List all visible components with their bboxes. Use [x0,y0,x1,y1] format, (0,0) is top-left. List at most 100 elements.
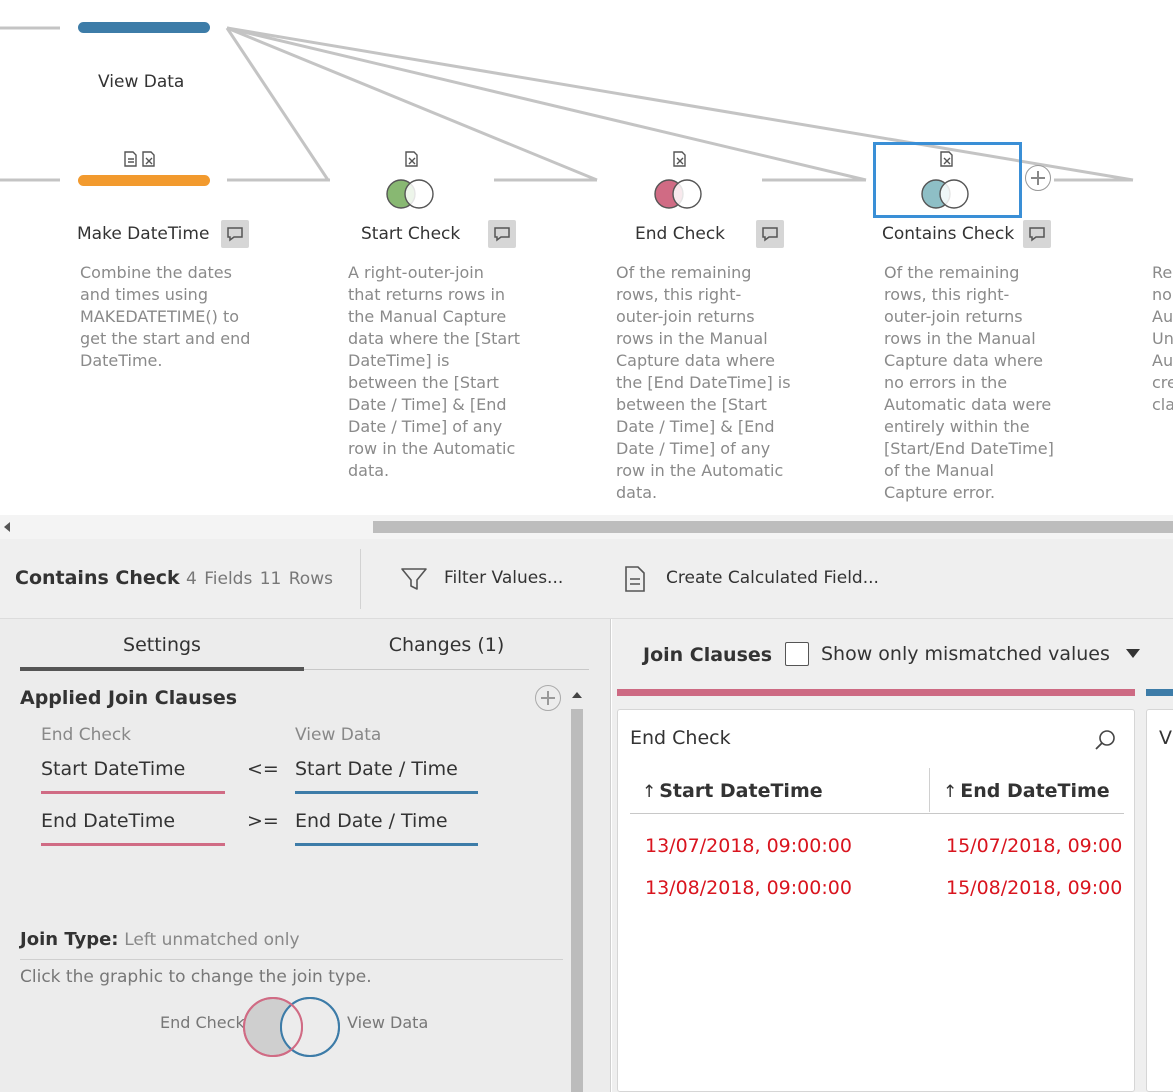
clause-2-left-underline [41,843,225,846]
contains-check-description: Of the remaining rows, this right- outer… [884,262,1069,504]
tab-changes[interactable]: Changes (1) [304,634,589,656]
view-data-label: View Data [98,72,185,92]
make-datetime-comment-button[interactable] [221,220,249,248]
desc-line: row in the Automatic [348,439,516,458]
make-datetime-label: Make DateTime [77,224,210,244]
start-check-label: Start Check [361,224,461,244]
comment-icon [227,227,243,242]
desc-line: rows in the Manual [616,329,768,348]
flow-canvas[interactable]: View Data Make DateTime Combine the date… [0,0,1173,515]
desc-line: that returns rows in [348,285,506,304]
contains-check-join-node[interactable] [921,177,973,211]
desc-line: Combine the dates [80,263,232,282]
column-header-start-datetime[interactable]: ↑ Start DateTime [642,780,823,802]
desc-line: entirely within the [884,417,1030,436]
mismatched-only-checkbox[interactable] [785,642,809,666]
desc-line: rows in the Manual [884,329,1036,348]
table-cell[interactable]: 15/07/2018, 09:00:00 [946,835,1124,857]
scroll-up-arrow[interactable] [572,692,582,698]
desc-line: data. [616,483,658,502]
desc-line: Date / Time] & [End [616,417,775,436]
chevron-down-icon[interactable] [1126,649,1140,658]
card-title: V [1159,727,1172,749]
field-row-counts: 4 Fields 11 Rows [186,569,333,589]
end-check-join-node[interactable] [654,177,706,211]
start-check-icons [403,150,421,172]
flow-horizontal-scrollbar[interactable] [0,515,1173,539]
left-input-color-band [617,689,1135,696]
view-data-card: V [1146,709,1173,1092]
add-join-clause-button[interactable] [535,685,561,711]
desc-line: get the start and end [80,329,251,348]
desc-line: between the [Start [348,373,499,392]
settings-scroll-thumb[interactable] [571,709,583,1092]
join-type-venn[interactable] [241,995,343,1059]
calc-field-icon [122,150,140,172]
desc-line: [Start/End DateTime] [884,439,1054,458]
applied-join-clauses-title: Applied Join Clauses [20,687,238,709]
start-check-comment-button[interactable] [488,220,516,248]
active-tab-indicator [20,667,304,671]
desc-line: Of the remaining [616,263,752,282]
clause-2-right-field[interactable]: End Date / Time [295,810,448,832]
tab-settings[interactable]: Settings [20,634,304,656]
remove-field-icon [938,150,956,172]
desc-line: rows, this right- [884,285,1010,304]
create-calculated-field-label: Create Calculated Field... [666,568,879,588]
end-check-comment-button[interactable] [756,220,784,248]
remove-field-icon [140,150,158,172]
comment-icon [762,227,778,242]
add-step-button[interactable] [1025,165,1051,191]
make-datetime-node[interactable] [78,175,210,186]
table-cell[interactable]: 13/08/2018, 09:00:00 [645,877,925,899]
desc-line: Capture data where [616,351,775,370]
next-step-description: Re no Au Un Au cre cla [1152,262,1173,416]
start-check-description: A right-outer-join that returns rows in … [348,262,533,482]
clause-1-left-underline [41,791,225,794]
toolbar-divider [360,549,361,609]
filter-values-label: Filter Values... [444,568,564,588]
column-header-end-datetime[interactable]: ↑ End DateTime [943,780,1110,802]
join-clauses-panel: Join Clauses Show only mismatched values… [612,619,1173,1092]
clause-2-right-underline [295,843,478,846]
view-data-node[interactable] [78,22,210,33]
contains-check-icons [938,150,956,172]
desc-line: outer-join returns [884,307,1023,326]
clause-1-left-field[interactable]: Start DateTime [41,758,185,780]
scroll-thumb[interactable] [373,521,1173,533]
clause-1-operator[interactable]: <= [247,758,279,780]
contains-check-comment-button[interactable] [1023,220,1051,248]
table-cell[interactable]: 15/08/2018, 09:00:00 [946,877,1124,899]
sort-asc-icon: ↑ [642,782,657,802]
clause-1-right-underline [295,791,478,794]
clause-1-right-field[interactable]: Start Date / Time [295,758,458,780]
start-check-join-node[interactable] [386,177,438,211]
table-cell[interactable]: 13/07/2018, 09:00:00 [645,835,925,857]
remove-field-icon [671,150,689,172]
clause-2-operator[interactable]: >= [247,810,279,832]
desc-line: between the [Start [616,395,767,414]
search-icon[interactable] [1094,728,1118,752]
column-separator[interactable] [929,768,930,812]
desc-line: DateTime. [80,351,163,370]
desc-line: of the Manual [884,461,994,480]
make-datetime-description: Combine the dates and times using MAKEDA… [80,262,265,372]
right-source-heading: View Data [295,725,382,745]
desc-line: Un [1152,329,1173,348]
column-header-label: Start DateTime [659,780,823,802]
desc-line: no errors in the [884,373,1008,392]
scroll-left-arrow[interactable] [4,522,10,532]
desc-line: data. [348,461,390,480]
filter-icon [401,568,427,590]
desc-line: Au [1152,307,1173,326]
desc-line: cre [1152,373,1173,392]
desc-line: Date / Time] & [End [348,395,507,414]
create-calculated-field-button[interactable]: Create Calculated Field... [622,565,882,595]
settings-panel: Settings Changes (1) Applied Join Clause… [0,619,611,1092]
desc-line: MAKEDATETIME() to [80,307,240,326]
desc-line: data where the [Start [348,329,521,348]
filter-values-button[interactable]: Filter Values... [400,565,570,595]
card-title: End Check [630,727,731,749]
clause-2-left-field[interactable]: End DateTime [41,810,175,832]
mismatched-only-label[interactable]: Show only mismatched values [821,643,1110,665]
